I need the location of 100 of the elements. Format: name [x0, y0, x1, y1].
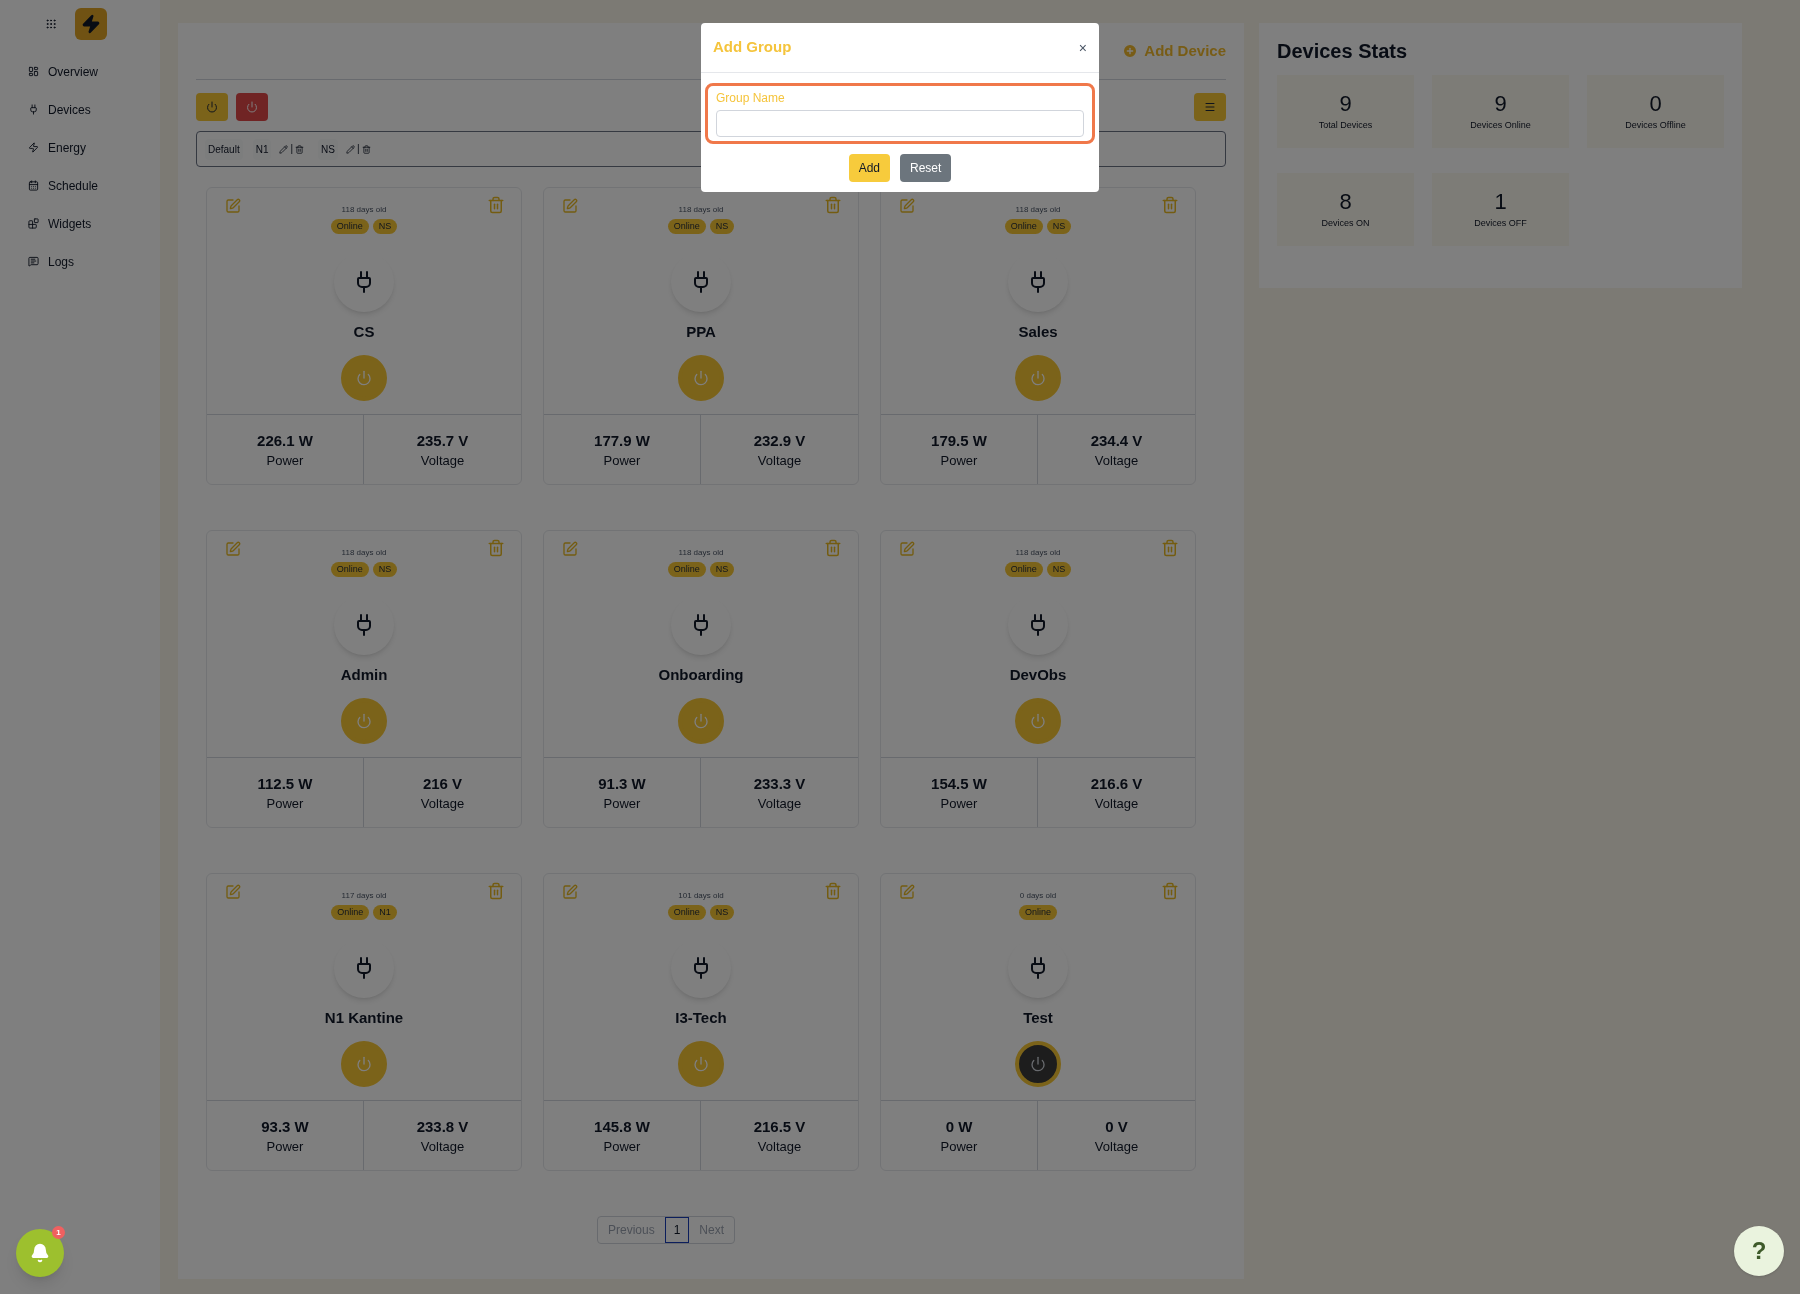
power-toggle[interactable]	[1015, 355, 1061, 401]
power-icon	[693, 713, 709, 729]
power-toggle[interactable]	[341, 1041, 387, 1087]
power-value: 0 W	[945, 1118, 973, 1134]
status-tag: N1	[373, 905, 397, 920]
plug-icon	[28, 104, 39, 115]
stat-value: 9	[1494, 93, 1507, 115]
voltage-value: 216.5 V	[753, 1118, 806, 1134]
edit-icon[interactable]	[225, 884, 241, 900]
stat-label: Devices ON	[1321, 219, 1370, 228]
device-name: Test	[1023, 1010, 1053, 1025]
dialog-title: Add Group	[713, 37, 792, 58]
power-toggle[interactable]	[678, 698, 724, 744]
voltage-label: Voltage	[420, 1139, 465, 1153]
power-label: Power	[266, 796, 304, 810]
stat-label: Devices OFF	[1474, 219, 1527, 228]
power-all-off-button[interactable]	[236, 93, 268, 121]
edit-icon[interactable]	[225, 198, 241, 214]
close-button[interactable]: ×	[1078, 40, 1087, 55]
delete-icon[interactable]	[824, 882, 842, 900]
power-label: Power	[603, 796, 641, 810]
reset-button[interactable]: Reset	[900, 154, 952, 182]
separator-text: |	[290, 144, 294, 154]
status-tag: Online	[667, 562, 706, 577]
page-button[interactable]: 1	[664, 1217, 690, 1243]
status-tag: NS	[1046, 562, 1072, 577]
app-logo[interactable]	[75, 8, 107, 40]
power-toggle[interactable]	[678, 1041, 724, 1087]
status-tag: NS	[709, 905, 735, 920]
power-value: 112.5 W	[257, 775, 313, 791]
power-toggle[interactable]	[1015, 698, 1061, 744]
device-age: 118 days old	[341, 549, 387, 557]
stat-value: 0	[1649, 93, 1662, 115]
delete-icon[interactable]	[824, 196, 842, 214]
nav-item[interactable]: Logs	[28, 252, 160, 271]
status-tag: Online	[667, 219, 706, 234]
nav-item[interactable]: Schedule	[28, 176, 160, 195]
delete-icon[interactable]	[1161, 539, 1179, 557]
power-label: Power	[603, 1139, 641, 1153]
delete-icon[interactable]	[824, 539, 842, 557]
status-tag: NS	[372, 562, 398, 577]
device-name: Onboarding	[658, 667, 744, 682]
power-value: 154.5 W	[931, 775, 987, 791]
device-age: 101 days old	[678, 892, 724, 900]
stat-value: 1	[1494, 191, 1507, 213]
delete-icon[interactable]	[1161, 882, 1179, 900]
power-value: 93.3 W	[261, 1118, 309, 1134]
delete-icon[interactable]	[361, 144, 371, 154]
edit-icon[interactable]	[346, 144, 355, 154]
stat-label: Devices Online	[1470, 121, 1531, 130]
nav-item[interactable]: Widgets	[28, 214, 160, 233]
separator-text: |	[357, 144, 360, 154]
power-icon	[206, 101, 218, 113]
power-value: 177.9 W	[594, 432, 650, 448]
nav-item[interactable]: Devices	[28, 100, 160, 119]
status-tag: Online	[1004, 562, 1043, 577]
power-toggle[interactable]	[341, 355, 387, 401]
power-label: Power	[940, 796, 978, 810]
voltage-label: Voltage	[757, 453, 802, 467]
lightning-icon	[81, 14, 101, 34]
add-button[interactable]: Add	[848, 154, 890, 182]
edit-icon[interactable]	[562, 541, 578, 557]
power-icon	[693, 1056, 709, 1072]
edit-icon[interactable]	[225, 541, 241, 557]
edit-icon[interactable]	[899, 884, 915, 900]
power-toggle[interactable]	[678, 355, 724, 401]
nav-item[interactable]: Overview	[28, 62, 160, 81]
edit-icon[interactable]	[899, 541, 915, 557]
status-tag: Online	[667, 905, 706, 920]
power-all-on-button[interactable]	[196, 93, 228, 121]
delete-icon[interactable]	[295, 144, 305, 154]
group-name-input[interactable]	[716, 110, 1084, 137]
delete-icon[interactable]	[487, 196, 505, 214]
edit-icon[interactable]	[279, 144, 289, 154]
voltage-value: 235.7 V	[416, 432, 469, 448]
status-tag: Online	[1019, 905, 1057, 920]
nav-item[interactable]: Energy	[28, 138, 160, 157]
power-label: Power	[603, 453, 641, 467]
stat-label: Total Devices	[1318, 121, 1373, 130]
device-name: I3-Tech	[675, 1010, 727, 1025]
plus-icon	[1122, 43, 1139, 59]
apps-icon[interactable]	[45, 18, 57, 30]
delete-icon[interactable]	[487, 882, 505, 900]
voltage-value: 216 V	[422, 775, 463, 791]
voltage-label: Voltage	[757, 796, 802, 810]
device-age: 117 days old	[341, 892, 387, 900]
status-tag: NS	[372, 219, 398, 234]
edit-icon[interactable]	[562, 198, 578, 214]
edit-icon[interactable]	[562, 884, 578, 900]
power-toggle[interactable]	[341, 698, 387, 744]
power-toggle[interactable]	[1015, 1041, 1061, 1087]
bell-icon	[30, 1243, 50, 1263]
help-button[interactable]: ?	[1734, 1226, 1784, 1276]
delete-icon[interactable]	[487, 539, 505, 557]
device-name: PPA	[686, 324, 716, 339]
delete-icon[interactable]	[1161, 196, 1179, 214]
voltage-value: 233.8 V	[416, 1118, 469, 1134]
menu-button[interactable]	[1194, 93, 1226, 121]
voltage-label: Voltage	[420, 453, 465, 467]
edit-icon[interactable]	[899, 198, 915, 214]
